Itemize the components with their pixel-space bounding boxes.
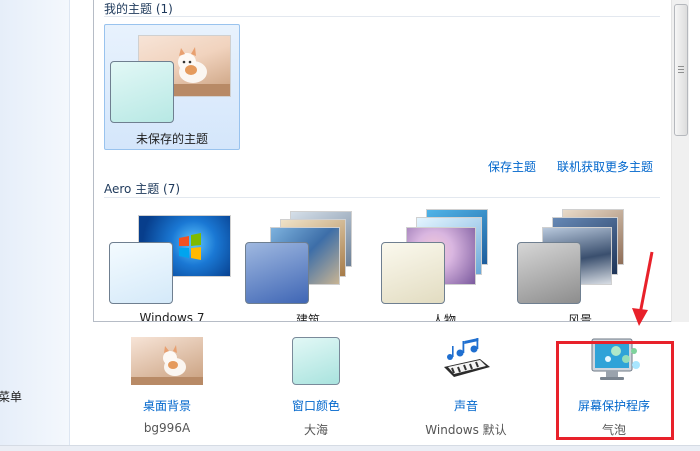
theme-item-unsaved[interactable]: 未保存的主题 (104, 24, 240, 150)
theme-label: Windows 7 (139, 311, 205, 322)
navigation-pane: 菜单 (0, 0, 70, 451)
desktop-background-setting[interactable]: 桌面背景 bg996A (97, 337, 237, 435)
desktop-background-icon (131, 337, 203, 385)
save-theme-link[interactable]: 保存主题 (488, 158, 536, 175)
my-themes-heading: 我的主题 (1) (104, 2, 173, 16)
window-color-icon (292, 337, 340, 385)
group-divider (104, 197, 660, 198)
window-glass-preview (517, 242, 581, 304)
window-glass-preview (381, 242, 445, 304)
window-glass-preview (110, 61, 174, 123)
annotation-arrow-icon (632, 251, 654, 326)
music-keyboard-icon (444, 338, 490, 377)
sounds-label[interactable]: 声音 (396, 397, 536, 414)
kitten-icon (131, 345, 203, 385)
get-more-themes-link[interactable]: 联机获取更多主题 (557, 158, 653, 175)
scroll-thumb[interactable] (674, 4, 688, 136)
theme-label: 人物 (431, 313, 456, 322)
aero-themes-heading: Aero 主题 (7) (104, 182, 181, 196)
highlight-box (556, 341, 674, 440)
scroll-grip (678, 69, 684, 70)
theme-item-windows7[interactable]: Windows 7 (104, 205, 240, 322)
sounds-icon (440, 337, 492, 385)
themes-scrollbar[interactable] (671, 0, 689, 322)
theme-label: 未保存的主题 (135, 132, 208, 146)
window-glass-preview (245, 242, 309, 304)
group-divider (104, 16, 660, 17)
window-bottom-border (0, 445, 700, 451)
theme-label: 建筑 (295, 313, 320, 322)
theme-item-characters[interactable]: 人物 (376, 205, 512, 322)
nav-link-partial[interactable]: 菜单 (0, 388, 22, 405)
theme-item-architecture[interactable]: 建筑 (240, 205, 376, 322)
desktop-background-value: bg996A (143, 421, 191, 435)
window-color-value: 大海 (303, 423, 328, 437)
scroll-grip (678, 66, 684, 67)
scroll-grip (678, 72, 684, 73)
window-color-setting[interactable]: 窗口颜色 大海 (246, 337, 386, 438)
sounds-setting[interactable]: 声音 Windows 默认 (396, 337, 536, 438)
window-color-label[interactable]: 窗口颜色 (246, 397, 386, 414)
themes-list: 我的主题 (1) 未保存的主题 保存主题 联机获取更多主题 Aero 主题 (7… (93, 0, 689, 322)
sounds-value: Windows 默认 (425, 423, 507, 437)
window-glass-preview (109, 242, 173, 304)
desktop-background-label[interactable]: 桌面背景 (97, 397, 237, 414)
